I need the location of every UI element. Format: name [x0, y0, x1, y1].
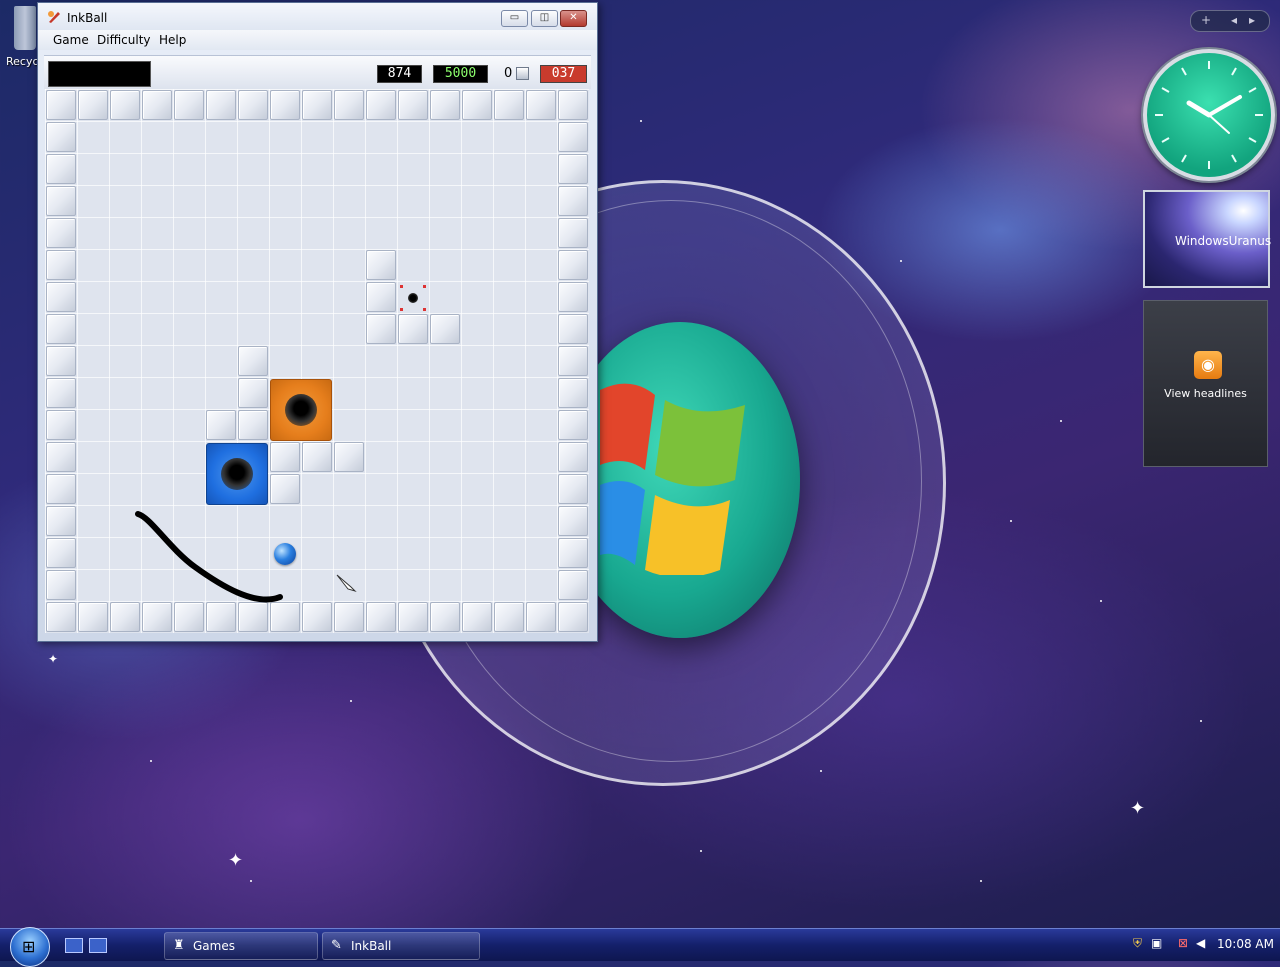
- inkball-icon: [48, 11, 60, 23]
- network-error-icon[interactable]: ⊠: [1178, 936, 1192, 950]
- feeds-gadget[interactable]: ◉ View headlines: [1143, 300, 1268, 467]
- recycle-bin-icon[interactable]: [14, 6, 36, 50]
- menu-difficulty[interactable]: Difficulty: [97, 33, 151, 47]
- taskbar-inkball-button[interactable]: ✎ InkBall: [322, 932, 480, 960]
- taskbar-games-button[interactable]: ♜ Games: [164, 932, 318, 960]
- menu-game[interactable]: Game: [53, 33, 89, 47]
- rss-icon: ◉: [1194, 351, 1222, 379]
- clock-gadget[interactable]: [1143, 49, 1275, 181]
- view-headlines-link[interactable]: View headlines: [1144, 387, 1267, 400]
- pen-cursor-icon: [336, 574, 357, 593]
- time-display: 037: [540, 65, 587, 83]
- clock-face-icon: [1155, 61, 1263, 169]
- start-button[interactable]: ⊞: [10, 927, 50, 967]
- slideshow-gadget[interactable]: WindowsUranus: [1143, 190, 1272, 288]
- score-display: 874: [377, 65, 422, 83]
- network-icon[interactable]: ▣: [1151, 936, 1165, 950]
- slideshow-caption: WindowsUranus: [1175, 234, 1272, 248]
- maximize-button[interactable]: ◫: [531, 10, 558, 27]
- ink-meter: [48, 61, 151, 87]
- recycle-bin-label: Recyc: [6, 55, 39, 68]
- taskbar-inkball-label: InkBall: [351, 939, 392, 953]
- game-board[interactable]: [45, 89, 589, 633]
- inkball-taskbar-icon: ✎: [331, 938, 342, 953]
- taskbar-games-label: Games: [193, 939, 235, 953]
- balls-count: 0: [504, 66, 513, 81]
- show-desktop-icon[interactable]: [65, 938, 83, 953]
- title-bar[interactable]: InkBall ▭ ◫ ✕: [38, 3, 597, 31]
- next-page-button[interactable]: ▸: [1249, 13, 1255, 27]
- security-shield-icon[interactable]: ⛨: [1133, 936, 1147, 950]
- volume-muted-icon[interactable]: ◀: [1196, 936, 1210, 950]
- window-title: InkBall: [67, 11, 108, 25]
- add-gadget-button[interactable]: +: [1201, 13, 1211, 27]
- status-bar: 874 5000 0 037: [44, 55, 591, 89]
- windows-flag-logo: [600, 383, 745, 575]
- close-button[interactable]: ✕: [560, 10, 587, 27]
- sidebar-controls: + ◂ ▸: [1190, 10, 1270, 32]
- ball-queue-icon: [516, 67, 529, 80]
- games-icon: ♜: [173, 938, 185, 953]
- switch-windows-icon[interactable]: [89, 938, 107, 953]
- minimize-button[interactable]: ▭: [501, 10, 528, 27]
- windows-logo-icon: ⊞: [22, 937, 36, 956]
- menu-bar: Game Difficulty Help: [38, 30, 597, 50]
- previous-page-button[interactable]: ◂: [1231, 13, 1237, 27]
- best-score-display: 5000: [433, 65, 488, 83]
- menu-help[interactable]: Help: [159, 33, 186, 47]
- taskbar-clock[interactable]: 10:08 AM: [1217, 937, 1274, 951]
